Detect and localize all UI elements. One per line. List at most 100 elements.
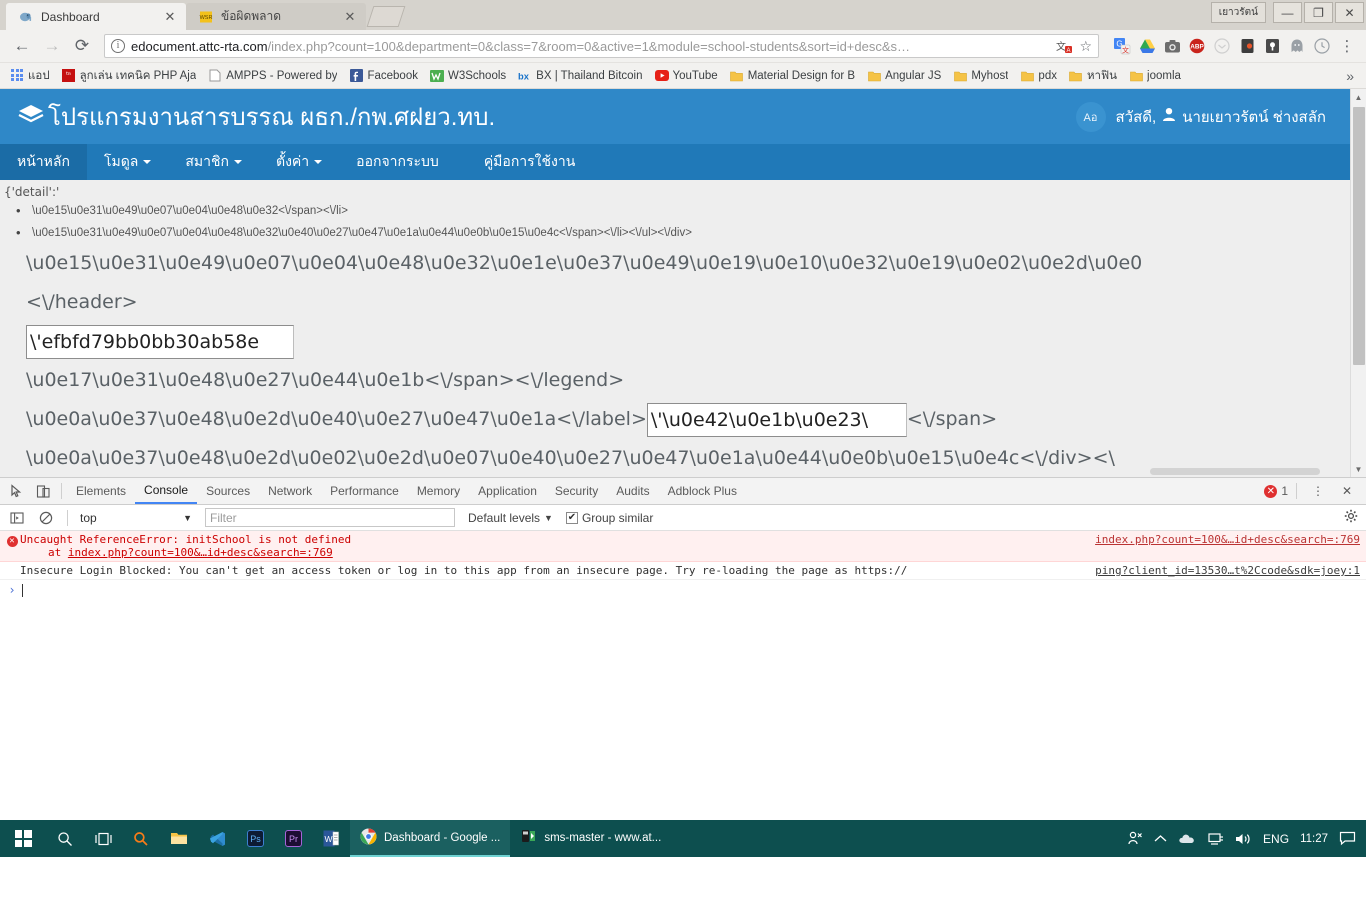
stack-link[interactable]: index.php?count=100&…id+desc&search=:769 (68, 546, 333, 559)
checkbox-icon[interactable]: ✔ (565, 511, 578, 524)
log-level-select[interactable]: Default levels ▼ (468, 511, 553, 525)
browser-tab-error[interactable]: WSR ข้อผิดพลาด ✕ (186, 3, 366, 30)
console-prompt[interactable]: › (0, 580, 1366, 600)
tab-elements[interactable]: Elements (67, 478, 135, 504)
tab-application[interactable]: Application (469, 478, 546, 504)
bookmark-item[interactable]: Facebook (344, 67, 423, 85)
back-button[interactable]: ← (8, 32, 36, 60)
tab-performance[interactable]: Performance (321, 478, 408, 504)
scroll-up-arrow-icon[interactable]: ▲ (1351, 89, 1366, 105)
nav-item-module[interactable]: โมดูล (87, 144, 168, 180)
close-icon[interactable]: ✕ (342, 9, 358, 25)
console-filter-input[interactable]: Filter (205, 508, 455, 527)
tab-console[interactable]: Console (135, 478, 198, 504)
ghostery-ext-icon[interactable] (1286, 35, 1308, 57)
clock[interactable]: 11:27 (1300, 833, 1328, 845)
nav-item-manual[interactable]: คู่มือการใช้งาน (456, 144, 592, 180)
console-message-error[interactable]: ✕ Uncaught ReferenceError: initSchool is… (0, 531, 1366, 562)
dashlane-ext-icon[interactable] (1261, 35, 1283, 57)
tab-memory[interactable]: Memory (408, 478, 469, 504)
browser-profile-button[interactable]: เยาวรัตน์ (1210, 2, 1266, 23)
device-toolbar-icon[interactable] (30, 479, 56, 503)
message-source-link[interactable]: ping?client_id=13530…t%2Ccode&sdk=joey:1 (1085, 564, 1360, 577)
pocket-ext-icon[interactable] (1211, 35, 1233, 57)
notification-icon[interactable] (1339, 831, 1356, 846)
bookmark-folder[interactable]: หาฟิน (1064, 65, 1122, 87)
nav-item-logout[interactable]: ออกจากระบบ (339, 144, 456, 180)
bookmark-star-icon[interactable]: ☆ (1079, 38, 1092, 55)
bookmark-item[interactable]: bx BX | Thailand Bitcoin (513, 67, 647, 85)
lastpass-ext-icon[interactable] (1236, 35, 1258, 57)
console-message-info[interactable]: Insecure Login Blocked: You can't get an… (0, 562, 1366, 580)
clear-console-icon[interactable] (33, 506, 59, 530)
google-translate-ext-icon[interactable]: G文 (1111, 35, 1133, 57)
vscode-icon[interactable] (198, 820, 236, 857)
volume-icon[interactable] (1235, 832, 1252, 846)
devtools-more-icon[interactable]: ⋮ (1305, 479, 1331, 503)
cortana-search-icon[interactable] (122, 820, 160, 857)
bookmark-item[interactable]: ปิก ลูกเล่น เทคนิค PHP Aja (57, 65, 202, 87)
task-view-icon[interactable] (84, 820, 122, 857)
bookmark-folder[interactable]: Angular JS (862, 67, 946, 85)
bookmark-folder[interactable]: Material Design for B (725, 67, 860, 85)
search-icon[interactable] (46, 820, 84, 857)
chevron-up-icon[interactable] (1154, 834, 1167, 843)
bookmark-item[interactable]: YouTube (650, 67, 723, 85)
scrollbar-thumb[interactable] (1353, 107, 1365, 365)
console-sidebar-icon[interactable] (4, 506, 30, 530)
bookmark-item[interactable]: AMPPS - Powered by (203, 67, 342, 85)
apps-shortcut[interactable]: แอป (6, 65, 55, 87)
execution-context-select[interactable]: top ▼ (76, 508, 196, 527)
tab-adblock-plus[interactable]: Adblock Plus (659, 478, 746, 504)
inspect-icon[interactable] (4, 479, 30, 503)
tab-audits[interactable]: Audits (607, 478, 658, 504)
address-bar[interactable]: i edocument.attc-rta.com/index.php?count… (104, 34, 1099, 58)
language-toggle-button[interactable]: Aอ (1075, 101, 1106, 132)
nav-item-home[interactable]: หน้าหลัก (0, 144, 87, 180)
screenshot-ext-icon[interactable] (1161, 35, 1183, 57)
file-explorer-icon[interactable] (160, 820, 198, 857)
network-icon[interactable] (1208, 832, 1224, 846)
close-window-icon[interactable]: ✕ (1335, 2, 1364, 23)
message-source-link[interactable]: index.php?count=100&…id+desc&search=:769 (1085, 533, 1360, 546)
reload-button[interactable]: ⟳ (68, 32, 96, 60)
bookmark-folder[interactable]: Myhost (948, 67, 1013, 85)
photoshop-icon[interactable]: Ps (236, 820, 274, 857)
taskbar-app-chrome[interactable]: Dashboard - Google ... (350, 820, 511, 857)
maximize-icon[interactable]: ❐ (1304, 2, 1333, 23)
people-icon[interactable] (1127, 831, 1143, 846)
bookmark-folder[interactable]: joomla (1124, 67, 1186, 85)
horizontal-scrollbar[interactable] (1150, 468, 1320, 475)
translate-icon[interactable]: 文A (1056, 39, 1073, 54)
clock-ext-icon[interactable] (1311, 35, 1333, 57)
bookmark-item[interactable]: W3Schools (425, 67, 511, 85)
new-tab-button[interactable] (366, 6, 406, 27)
tab-sources[interactable]: Sources (197, 478, 259, 504)
tab-network[interactable]: Network (259, 478, 321, 504)
bookmark-folder[interactable]: pdx (1015, 67, 1062, 85)
taskbar-app-filezilla[interactable]: sms-master - www.at... (510, 820, 671, 857)
bookmarks-overflow-button[interactable]: » (1340, 68, 1360, 84)
scroll-down-arrow-icon[interactable]: ▼ (1351, 461, 1366, 477)
tab-security[interactable]: Security (546, 478, 607, 504)
language-indicator[interactable]: ENG (1263, 832, 1289, 846)
start-button[interactable] (0, 820, 46, 857)
page-vertical-scrollbar[interactable]: ▲ ▼ (1350, 89, 1366, 477)
browser-menu-icon[interactable]: ⋮ (1336, 35, 1358, 57)
hash-input-field[interactable]: \'efbfd79bb0bb30ab58e (26, 324, 294, 359)
page-info-icon[interactable]: i (111, 39, 125, 53)
google-drive-ext-icon[interactable] (1136, 35, 1158, 57)
onedrive-cloud-icon[interactable] (1178, 832, 1197, 845)
premiere-pro-icon[interactable]: Pr (274, 820, 312, 857)
close-icon[interactable]: ✕ (162, 9, 178, 25)
por-input-field[interactable]: \'\u0e42\u0e1b\u0e23\ (646, 402, 907, 437)
adblock-plus-ext-icon[interactable]: ABP (1186, 35, 1208, 57)
browser-tab-dashboard[interactable]: Dashboard ✕ (6, 3, 186, 30)
group-similar-toggle[interactable]: ✔ Group similar (565, 511, 653, 525)
gear-icon[interactable] (1344, 509, 1358, 526)
microsoft-word-icon[interactable]: W (312, 820, 350, 857)
minimize-icon[interactable]: — (1273, 2, 1302, 23)
nav-item-settings[interactable]: ตั้งค่า (259, 144, 339, 180)
nav-item-members[interactable]: สมาชิก (168, 144, 259, 180)
error-count-badge[interactable]: ✕ 1 (1264, 484, 1288, 498)
